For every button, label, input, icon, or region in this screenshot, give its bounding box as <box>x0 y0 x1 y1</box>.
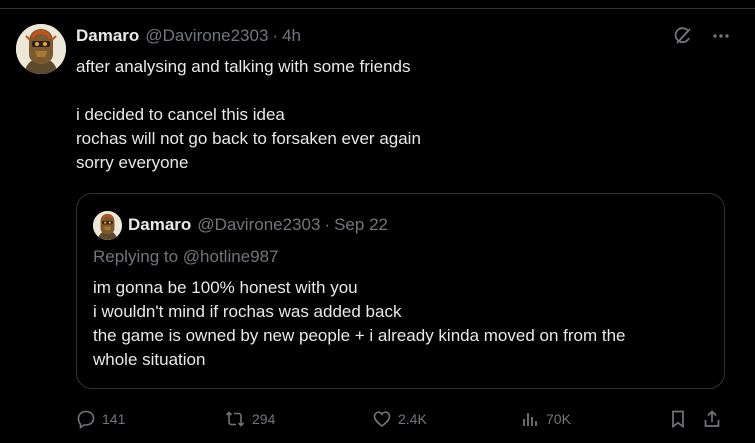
replying-prefix: Replying to <box>93 247 179 266</box>
quoted-text: im gonna be 100% honest with you i would… <box>93 276 713 372</box>
top-divider <box>0 0 755 9</box>
quoted-avatar <box>93 211 122 240</box>
views-icon <box>523 413 537 426</box>
like-button[interactable]: 2.4K <box>372 409 427 429</box>
reply-button[interactable]: 141 <box>76 409 125 429</box>
author-handle[interactable]: @Davirone2303 <box>145 26 268 46</box>
bookmark-button[interactable] <box>668 409 688 429</box>
replying-to: Replying to @hotline987 <box>93 247 279 267</box>
quoted-author-handle: @Davirone2303 <box>197 215 321 234</box>
separator: · <box>272 26 279 45</box>
repost-icon <box>225 411 245 427</box>
quoted-author-name: Damaro <box>128 215 192 234</box>
avatar[interactable] <box>16 24 66 74</box>
quoted-tweet[interactable]: Damaro @Davirone2303 · Sep 22 Replying t… <box>76 193 725 389</box>
quoted-line: the game is owned by new people + i alre… <box>93 326 626 345</box>
repost-button[interactable]: 294 <box>224 409 275 429</box>
views-button[interactable]: 70K <box>520 409 571 429</box>
tweet-actions: 141 294 2.4K 70K <box>76 409 726 431</box>
quoted-date: Sep 22 <box>334 215 388 234</box>
quoted-line: i wouldn't mind if rochas was added back <box>93 302 402 321</box>
bookmark-icon <box>672 410 684 429</box>
reply-icon <box>77 410 95 429</box>
tweet[interactable]: Damaro @Davirone2303 · 4h after analysin… <box>0 9 755 443</box>
author-name[interactable]: Damaro <box>76 26 139 46</box>
separator: · <box>324 215 331 234</box>
timestamp[interactable]: 4h <box>282 26 301 46</box>
quoted-line: whole situation <box>93 350 206 369</box>
quoted-header: Damaro @Davirone2303 · Sep 22 <box>128 213 388 237</box>
replying-handle-link[interactable]: @hotline987 <box>183 247 279 266</box>
share-icon <box>704 410 720 427</box>
quoted-line: im gonna be 100% honest with you <box>93 278 358 297</box>
repost-count: 294 <box>252 411 276 427</box>
like-count: 2.4K <box>398 411 427 427</box>
more-icon[interactable] <box>711 26 731 46</box>
tweet-line: rochas will not go back to forsaken ever… <box>76 129 421 148</box>
tweet-line: after analysing and talking with some fr… <box>76 57 411 76</box>
quoted-avatar-image <box>93 211 122 240</box>
like-icon <box>373 411 391 428</box>
grok-icon[interactable] <box>673 26 693 46</box>
tweet-line: sorry everyone <box>76 153 189 172</box>
views-count: 70K <box>546 411 571 427</box>
tweet-top-actions <box>673 26 731 46</box>
share-button[interactable] <box>702 409 722 429</box>
tweet-line: i decided to cancel this idea <box>76 105 285 124</box>
avatar-image <box>16 24 66 74</box>
tweet-header: Damaro @Davirone2303 · 4h <box>76 25 301 47</box>
reply-count: 141 <box>102 411 126 427</box>
tweet-text: after analysing and talking with some fr… <box>76 55 716 175</box>
